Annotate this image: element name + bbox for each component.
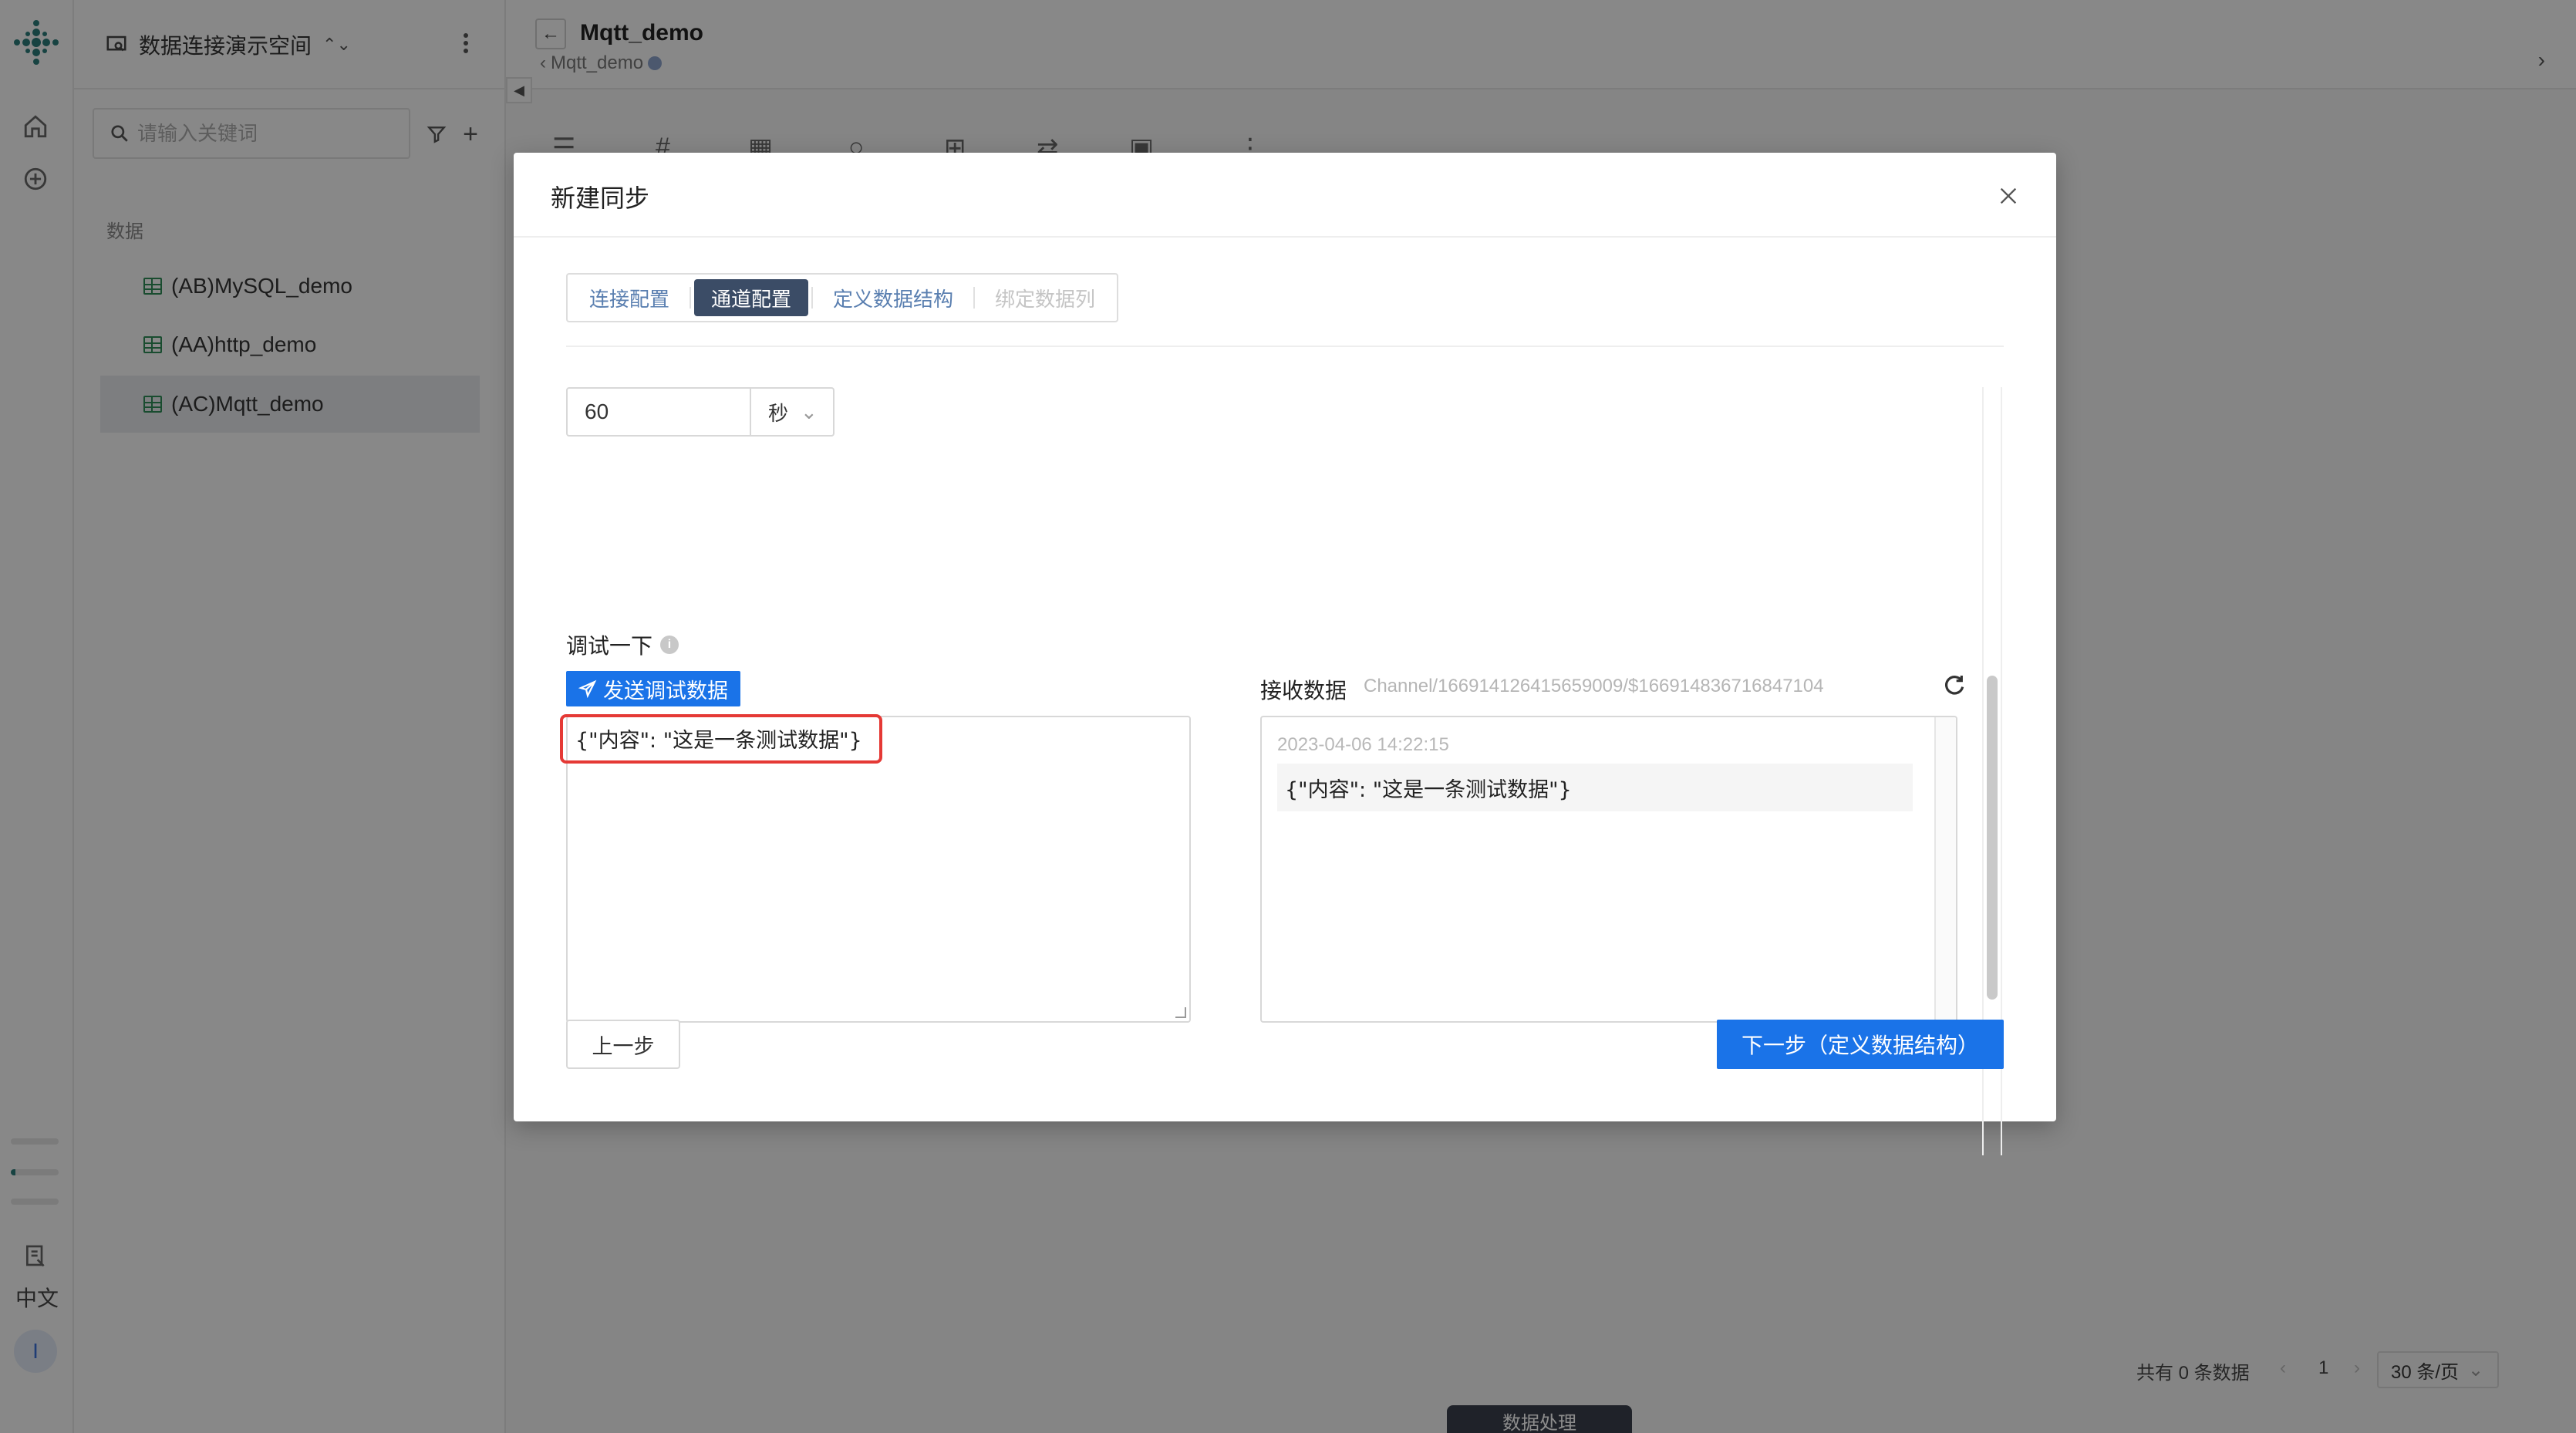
tab-bind-columns: 绑定数据列 bbox=[995, 287, 1096, 311]
modal-scrollbar-thumb[interactable] bbox=[1987, 676, 1998, 1000]
close-icon[interactable] bbox=[1993, 180, 2024, 211]
debug-section-label: 调试一下 i bbox=[566, 629, 679, 660]
prev-step-button[interactable]: 上一步 bbox=[566, 1020, 680, 1069]
refresh-icon[interactable] bbox=[1942, 673, 1967, 697]
interval-unit-value: 秒 bbox=[768, 401, 789, 425]
send-icon bbox=[578, 679, 597, 698]
received-scrollbar[interactable] bbox=[1934, 717, 1956, 1021]
modal-title: 新建同步 bbox=[551, 184, 650, 212]
interval-input[interactable]: 60 bbox=[566, 387, 751, 437]
step-divider bbox=[973, 287, 976, 309]
received-timestamp: 2023-04-06 14:22:15 bbox=[1277, 734, 1449, 755]
info-icon[interactable]: i bbox=[660, 636, 679, 654]
send-debug-button[interactable]: 发送调试数据 bbox=[566, 671, 740, 706]
tab-connection-config[interactable]: 连接配置 bbox=[572, 279, 686, 316]
receive-channel: Channel/166914126415659009/$166914836716… bbox=[1364, 676, 1824, 696]
received-data-panel: 2023-04-06 14:22:15 {"内容": "这是一条测试数据"} bbox=[1260, 716, 1957, 1023]
received-message: {"内容": "这是一条测试数据"} bbox=[1277, 764, 1913, 811]
chevron-down-icon: ⌄ bbox=[801, 400, 818, 423]
steps-divider bbox=[566, 346, 2004, 347]
next-step-button[interactable]: 下一步（定义数据结构） bbox=[1717, 1020, 2004, 1069]
tab-define-structure[interactable]: 定义数据结构 bbox=[816, 279, 970, 316]
interval-unit-select[interactable]: 秒 ⌄ bbox=[750, 387, 835, 437]
send-debug-label: 发送调试数据 bbox=[603, 679, 728, 703]
step-tabs: 连接配置 通道配置 定义数据结构 绑定数据列 bbox=[566, 273, 1119, 322]
debug-label: 调试一下 bbox=[566, 634, 653, 658]
highlight-box bbox=[560, 714, 882, 764]
step-divider bbox=[811, 287, 814, 309]
step-divider bbox=[690, 287, 692, 309]
tab-channel-config[interactable]: 通道配置 bbox=[694, 279, 809, 316]
resize-handle-icon[interactable] bbox=[1175, 1007, 1186, 1018]
new-sync-modal: 新建同步 连接配置 通道配置 定义数据结构 绑定数据列 60 秒 ⌄ 调试一下 … bbox=[514, 153, 2056, 1155]
modal-header: 新建同步 bbox=[514, 153, 2056, 238]
receive-label: 接收数据 bbox=[1260, 679, 1347, 703]
